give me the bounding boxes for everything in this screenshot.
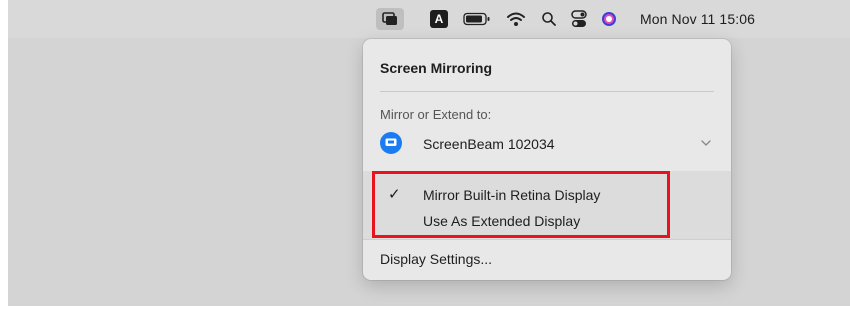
input-source-letter: A xyxy=(434,12,444,26)
appletv-display-icon xyxy=(380,132,402,154)
display-settings-item[interactable]: Display Settings... xyxy=(380,251,492,267)
spotlight-search-icon[interactable] xyxy=(540,9,558,29)
device-screenbeam[interactable]: ScreenBeam 102034 xyxy=(380,132,714,158)
wifi-icon[interactable] xyxy=(505,9,527,29)
device-name: ScreenBeam 102034 xyxy=(423,136,555,152)
menu-divider xyxy=(380,91,714,92)
control-center-icon[interactable] xyxy=(570,9,588,29)
screen-mirroring-icon[interactable] xyxy=(376,8,404,30)
battery-icon[interactable] xyxy=(462,9,492,29)
screen-mirroring-menu: Screen Mirroring Mirror or Extend to: Sc… xyxy=(363,39,731,280)
highlight-annotation xyxy=(372,171,670,238)
chevron-down-icon[interactable] xyxy=(698,135,714,151)
input-source-icon[interactable]: A xyxy=(430,10,448,28)
siri-icon[interactable] xyxy=(600,9,618,29)
menu-divider xyxy=(363,239,731,240)
menu-title: Screen Mirroring xyxy=(380,60,493,76)
menu-bar-clock[interactable]: Mon Nov 11 15:06 xyxy=(640,11,755,27)
section-label: Mirror or Extend to: xyxy=(380,107,492,122)
